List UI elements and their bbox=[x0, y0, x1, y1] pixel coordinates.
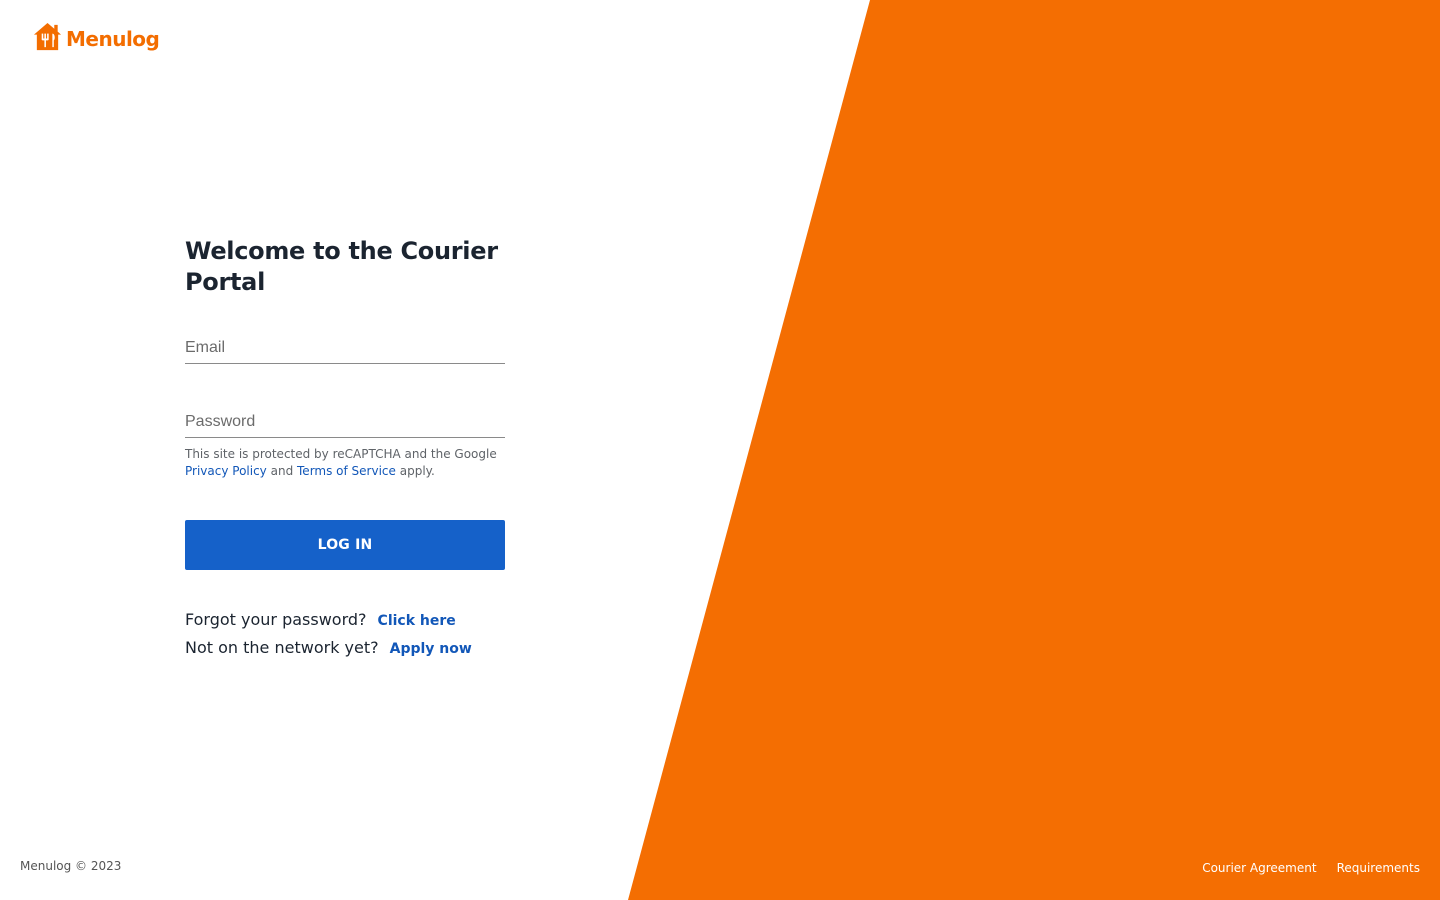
forgot-password-text: Forgot your password? bbox=[185, 610, 367, 629]
house-cutlery-icon bbox=[33, 22, 62, 51]
login-page: Menulog Welcome to the Courier Portal Th… bbox=[0, 0, 1440, 900]
privacy-policy-link[interactable]: Privacy Policy bbox=[185, 464, 267, 478]
recaptcha-text: This site is protected by reCAPTCHA and … bbox=[185, 447, 497, 461]
recaptcha-apply-text: apply. bbox=[399, 464, 435, 478]
logo-wordmark: Menulog bbox=[66, 26, 160, 51]
apply-now-link[interactable]: Apply now bbox=[390, 641, 472, 657]
login-form: Welcome to the Courier Portal This site … bbox=[185, 236, 505, 666]
terms-of-service-link[interactable]: Terms of Service bbox=[297, 464, 396, 478]
recaptcha-notice: This site is protected by reCAPTCHA and … bbox=[185, 446, 505, 480]
footer-links: Courier Agreement Requirements bbox=[1202, 861, 1420, 875]
recaptcha-and-text: and bbox=[270, 464, 294, 478]
email-field-wrapper bbox=[185, 336, 505, 364]
copyright-text: Menulog © 2023 bbox=[20, 859, 122, 873]
help-links: Forgot your password? Click here Not on … bbox=[185, 610, 505, 666]
page-title: Welcome to the Courier Portal bbox=[185, 237, 498, 296]
not-on-network-text: Not on the network yet? bbox=[185, 638, 379, 657]
password-field-wrapper bbox=[185, 410, 505, 438]
forgot-password-link[interactable]: Click here bbox=[378, 613, 456, 629]
menulog-logo[interactable]: Menulog bbox=[32, 21, 160, 52]
login-button[interactable]: LOG IN bbox=[185, 520, 505, 570]
email-input[interactable] bbox=[185, 336, 505, 360]
forgot-password-row: Forgot your password? Click here bbox=[185, 610, 505, 638]
requirements-link[interactable]: Requirements bbox=[1337, 861, 1420, 875]
password-input[interactable] bbox=[185, 410, 505, 434]
apply-row: Not on the network yet? Apply now bbox=[185, 638, 505, 666]
courier-agreement-link[interactable]: Courier Agreement bbox=[1202, 861, 1316, 875]
